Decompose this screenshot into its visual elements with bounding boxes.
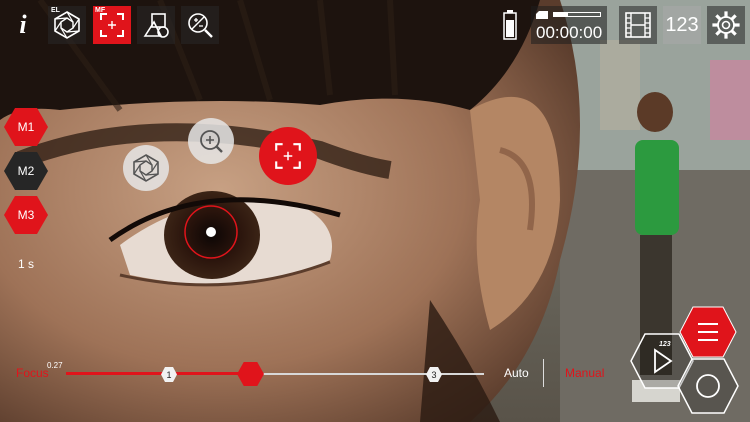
- aperture-icon: [54, 11, 80, 39]
- gear-icon: [712, 11, 740, 39]
- focus-frame-icon: [275, 143, 301, 169]
- focus-frame-icon: [100, 13, 124, 37]
- settings-button[interactable]: [707, 6, 745, 44]
- focus-value: 0.27: [47, 361, 63, 370]
- info-button[interactable]: i: [4, 6, 42, 44]
- info-icon: i: [19, 10, 27, 39]
- exposure-point-button[interactable]: [123, 145, 169, 191]
- shapes-icon: [143, 13, 169, 38]
- focus-marker-1-label: 1: [166, 369, 172, 380]
- focus-slider-fill: [66, 372, 250, 375]
- mf-tag: MF: [95, 7, 106, 14]
- memory-m1-label: M1: [17, 120, 35, 134]
- memory-m2-label: M2: [17, 164, 35, 178]
- focus-manual-option[interactable]: Manual: [565, 366, 604, 380]
- el-tag: EL: [51, 7, 60, 14]
- storage-bar: [553, 12, 601, 17]
- aperture-icon: [133, 154, 159, 182]
- counter-label: 123: [665, 13, 699, 36]
- focus-auto-option[interactable]: Auto: [504, 366, 529, 380]
- white-balance-button[interactable]: [137, 6, 175, 44]
- playback-badge: 123: [659, 341, 671, 348]
- recording-timecode: 00:00:00: [531, 6, 607, 44]
- film-icon: [625, 12, 651, 38]
- counter-button[interactable]: 123: [663, 6, 701, 44]
- storage-icon: [536, 11, 548, 19]
- camera-viewfinder[interactable]: i EL MF 00:00:00 123 M1 M2 M3 1 s Focus …: [0, 0, 750, 422]
- exposure-icon: [188, 13, 213, 38]
- focus-reticle[interactable]: [182, 203, 240, 261]
- exposure-compensation-button[interactable]: [181, 6, 219, 44]
- focus-mode-divider: [543, 359, 544, 387]
- transition-duration[interactable]: 1 s: [18, 257, 34, 271]
- shutter-button[interactable]: [677, 358, 739, 414]
- zoom-in-icon: [200, 130, 223, 153]
- memory-m3-label: M3: [17, 208, 35, 222]
- focus-point-button[interactable]: [259, 127, 317, 185]
- timecode-text: 00:00:00: [536, 23, 603, 42]
- focus-marker-3-label: 3: [431, 369, 437, 380]
- video-mode-button[interactable]: [619, 6, 657, 44]
- zoom-button[interactable]: [188, 118, 234, 164]
- storage-bar-fill: [554, 13, 568, 16]
- battery-icon: [503, 10, 517, 40]
- menu-button[interactable]: [679, 306, 737, 358]
- focus-label: Focus: [16, 366, 49, 380]
